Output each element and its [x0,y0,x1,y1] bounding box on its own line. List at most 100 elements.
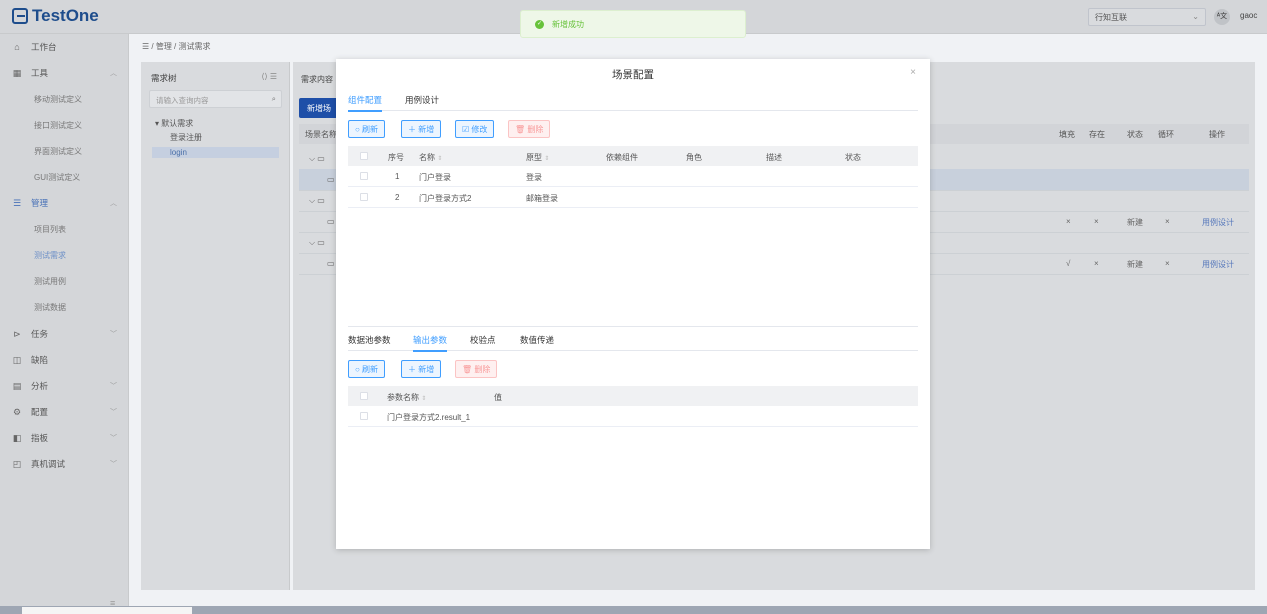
dialog-top-tabs: 组件配置 用例设计 [348,91,918,112]
search-icon: ⌕ [271,94,276,103]
sidebar-item-tools[interactable]: ▦ 工具 ︿ [0,62,129,84]
col-value: 值 [494,393,502,402]
cell-prototype: 登录 [526,173,542,182]
grid-icon: ▦ [12,68,22,78]
send-icon: ⊳ [13,329,21,339]
cell-loop: × [1165,217,1170,226]
col-description: 描述 [766,153,782,162]
refresh-button[interactable]: ○ 刷新 [348,120,386,138]
tree-node-login-register[interactable]: 登录注册 [170,132,202,143]
col-param-name: 参数名称 ⇕ [387,393,427,402]
sidebar-item-analysis[interactable]: ▤ 分析 ﹀ [0,375,129,397]
language-icon[interactable]: ᴬ文 [1214,9,1230,25]
sidebar-item-config[interactable]: ⚙ 配置 ﹀ [0,401,129,423]
sidebar-sub-mobile-test[interactable]: 移动测试定义 [34,94,82,105]
cell-seq: 2 [395,193,400,202]
tab-component-config[interactable]: 组件配置 [348,94,383,112]
sidebar-sub-ui-test[interactable]: 界面测试定义 [34,146,82,157]
toast-message: 新增成功 [552,19,584,29]
cell-prototype: 邮箱登录 [526,194,558,203]
sidebar-item-label: 配置 [31,407,49,417]
tab-checkpoints[interactable]: 校验点 [470,334,496,350]
chevron-down-icon: ﹀ [110,409,117,416]
sidebar-sub-test-data[interactable]: 测试数据 [34,302,66,313]
content-label: 需求内容 [301,75,333,84]
add-button[interactable]: ＋ 新增 [401,360,442,378]
home-icon: ⌂ [14,42,20,52]
panel-icon: ◧ [12,433,22,443]
sidebar-item-manage[interactable]: ☰ 管理 ︿ [0,192,129,214]
cell-exist: × [1094,259,1099,268]
select-all-checkbox[interactable] [360,152,368,160]
dialog-bottom-tabs: 数据池参数 输出参数 校验点 数值传递 [348,331,918,352]
add-button[interactable]: ＋ 新增 [401,120,442,138]
sidebar-item-device-debug[interactable]: ◰ 真机调试 ﹀ [0,453,129,475]
tab-data-pool-params[interactable]: 数据池参数 [348,334,391,350]
scene-config-dialog: 场景配置 × 组件配置 用例设计 ○ 刷新 ＋ 新增 ☑ 修改 🗑 删除 序号 … [336,59,930,549]
sidebar-item-label: 工作台 [31,42,57,52]
sidebar-item-label: 任务 [31,329,49,339]
sidebar-sub-test-cases[interactable]: 测试用例 [34,276,66,287]
select-all-checkbox[interactable] [360,392,368,400]
row-checkbox[interactable] [360,412,368,420]
bug-icon: ◫ [12,355,22,365]
tree-node-login[interactable]: login [152,147,279,158]
table-row[interactable]: 门户登录方式2.result_1 [348,406,918,427]
sidebar-sub-project-list[interactable]: 项目列表 [34,224,66,235]
col-status: 状态 [1127,130,1143,139]
sidebar-item-label: 缺陷 [31,355,49,365]
row-checkbox[interactable] [360,172,368,180]
user-name[interactable]: gaoc [1240,11,1257,20]
col-loop: 循环 [1158,130,1174,139]
row-checkbox[interactable] [360,193,368,201]
chevron-down-icon: ﹀ [110,331,117,338]
refresh-button[interactable]: ○ 刷新 [348,360,386,378]
dialog-title: 场景配置 [612,69,654,81]
tab-case-design[interactable]: 用例设计 [405,94,439,110]
sidebar-item-label: 分析 [31,381,49,391]
table-row[interactable]: 1 门户登录 登录 [348,166,918,187]
edit-button[interactable]: ☑ 修改 [455,120,495,138]
logo-text: TestOne [32,6,99,25]
cell-param-name: 门户登录方式2.result_1 [387,413,471,422]
app-logo[interactable]: TestOne [12,6,99,26]
tab-value-transfer[interactable]: 数值传递 [520,334,554,350]
sidebar-item-tasks[interactable]: ⊳ 任务 ﹀ [0,323,129,345]
taskbar-window[interactable] [22,607,192,614]
sidebar-sub-test-requirements[interactable]: 测试需求 [34,250,66,261]
sidebar-item-defects[interactable]: ◫ 缺陷 [0,349,129,371]
tree-search-input[interactable]: 请输入查询内容 ⌕ [149,90,282,108]
delete-button[interactable]: 🗑 删除 [455,360,498,378]
device-icon: ◰ [12,459,22,469]
chevron-down-icon: ﹀ [110,383,117,390]
table-row[interactable]: 2 门户登录方式2 邮箱登录 [348,187,918,208]
chevron-down-icon: ⌄ [1192,12,1199,21]
tab-output-params[interactable]: 输出参数 [413,334,448,352]
col-scene-name: 场景名称 [305,130,337,139]
add-scene-button[interactable]: 新增场 [299,98,339,118]
component-table-header: 序号 名称 ⇕ 原型 ⇕ 依赖组件 角色 描述 状态 [348,146,918,166]
cell-loop: × [1165,259,1170,268]
gear-icon: ⚙ [12,407,22,417]
success-toast: ✓ 新增成功 [520,10,746,38]
sidebar-item-board[interactable]: ◧ 指板 ﹀ [0,427,129,449]
sidebar: ⌂ 工作台 ▦ 工具 ︿ 移动测试定义 接口测试定义 界面测试定义 GUI测试定… [0,34,129,614]
section-divider [348,326,918,327]
tree-node-default[interactable]: ▾ 默认需求 [155,118,193,129]
col-name: 名称 ⇕ [419,153,443,162]
delete-button[interactable]: 🗑 删除 [508,120,551,138]
sidebar-sub-gui-test[interactable]: GUI测试定义 [34,172,80,183]
sidebar-item-workbench[interactable]: ⌂ 工作台 [0,36,129,58]
requirement-tree-panel: 需求树 ⟨⟩ ☰ 请输入查询内容 ⌕ ▾ 默认需求 登录注册 login [141,62,290,590]
sidebar-sub-api-test[interactable]: 接口测试定义 [34,120,82,131]
close-icon[interactable]: × [910,67,916,78]
sidebar-item-label: 真机调试 [31,459,66,469]
tree-toolbar-icons[interactable]: ⟨⟩ ☰ [261,72,277,81]
cell-status: 新建 [1127,260,1143,269]
org-select[interactable]: 行知互联 ⌄ [1088,8,1206,26]
org-select-value: 行知互联 [1095,13,1127,22]
case-design-link[interactable]: 用例设计 [1202,259,1234,270]
col-actions: 操作 [1209,130,1225,139]
logo-icon [12,8,28,24]
case-design-link[interactable]: 用例设计 [1202,217,1234,228]
